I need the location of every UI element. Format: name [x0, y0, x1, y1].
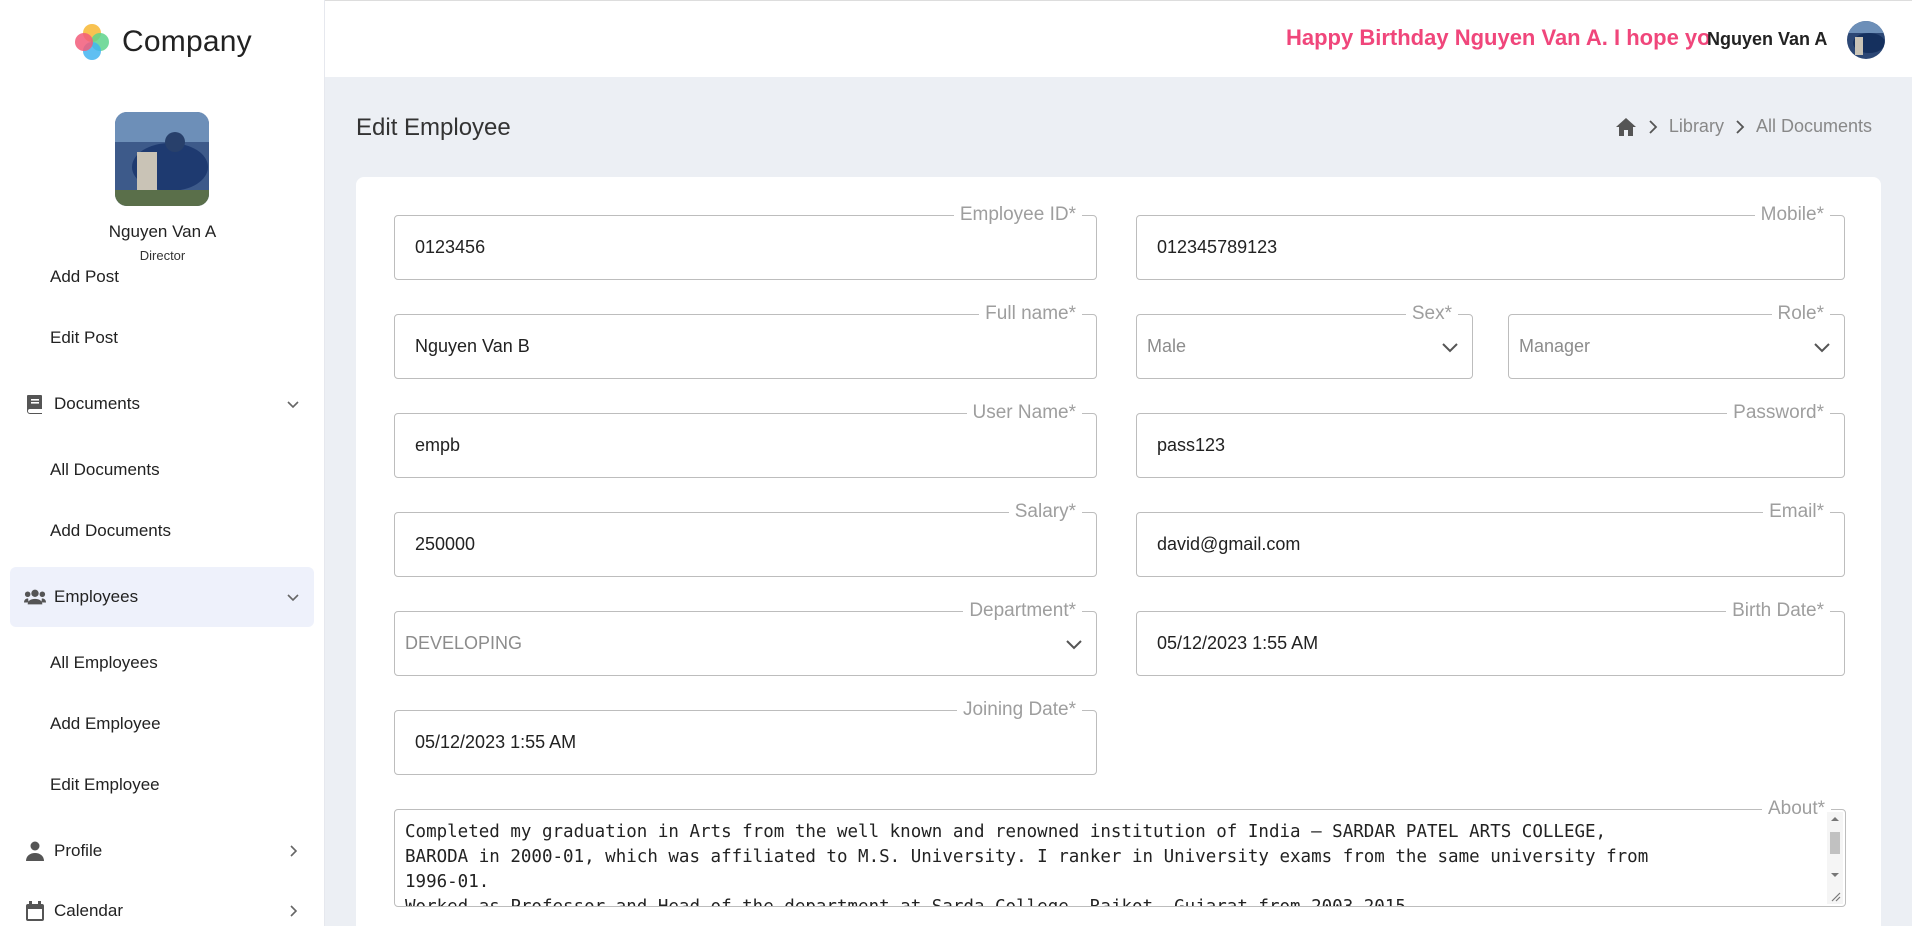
about-line: Worked as Professor and Head of the depa…: [405, 895, 1805, 906]
profile-avatar[interactable]: [115, 112, 209, 206]
users-icon: [24, 586, 46, 608]
sidebar-item-label: Add Documents: [50, 521, 171, 540]
field-label: Mobile*: [1754, 204, 1830, 226]
salary-field[interactable]: Salary* 250000: [394, 501, 1097, 577]
field-label: Email*: [1763, 501, 1830, 523]
sidebar-item-add-documents[interactable]: Add Documents: [10, 501, 314, 561]
field-label: Joining Date*: [956, 699, 1082, 721]
about-scrollbar[interactable]: [1827, 812, 1843, 904]
chevron-down-icon: [1066, 639, 1082, 649]
resize-handle-icon[interactable]: [1829, 890, 1841, 902]
user-icon: [24, 840, 46, 862]
field-label: User Name*: [966, 402, 1082, 424]
sidebar-item-all-documents[interactable]: All Documents: [10, 440, 314, 500]
chevron-right-icon: [290, 905, 298, 917]
field-value: Male: [1147, 336, 1187, 356]
field-label: About*: [1761, 798, 1831, 820]
field-value: DEVELOPING: [405, 633, 523, 653]
sidebar-item-edit-post[interactable]: Edit Post: [10, 308, 314, 368]
scrollbar-thumb[interactable]: [1830, 832, 1840, 854]
sidebar-item-label: All Documents: [50, 460, 160, 479]
field-value: Manager: [1519, 336, 1591, 356]
chevron-down-icon: [287, 401, 299, 409]
chevron-down-icon: [1814, 342, 1830, 352]
chevron-right-icon: [1649, 119, 1658, 134]
mobile-field[interactable]: Mobile* 012345789123: [1136, 204, 1845, 280]
breadcrumb-library[interactable]: Library: [1669, 116, 1724, 137]
field-value: empb: [415, 435, 461, 455]
sidebar-item-label: Edit Employee: [50, 775, 160, 794]
about-line: Completed my graduation in Arts from the…: [405, 822, 1607, 842]
sidebar-item-label: Profile: [54, 841, 103, 860]
field-value: 05/12/2023 1:55 AM: [415, 732, 577, 752]
field-label: Salary*: [1008, 501, 1082, 523]
sidebar: Company Nguyen Van A Director Add Post E…: [0, 0, 325, 926]
field-value: david@gmail.com: [1157, 534, 1301, 554]
sidebar-item-documents[interactable]: Documents: [10, 374, 314, 434]
field-label: Password*: [1727, 402, 1830, 424]
about-textarea[interactable]: About* Completed my graduation in Arts f…: [394, 798, 1846, 907]
password-field[interactable]: Password* pass123: [1136, 402, 1845, 478]
about-line: 1996-01.: [405, 872, 490, 892]
sidebar-item-label: Calendar: [54, 901, 123, 920]
field-label: Department*: [963, 600, 1082, 622]
edit-employee-form: Employee ID* 0123456 Mobile* 01234578912…: [356, 177, 1881, 926]
sidebar-item-label: All Employees: [50, 653, 158, 672]
chevron-down-icon: [1442, 342, 1458, 352]
about-line: BARODA in 2000-01, which was affiliated …: [405, 847, 1649, 867]
field-label: Full name*: [979, 303, 1082, 325]
joining-date-field[interactable]: Joining Date* 05/12/2023 1:55 AM: [394, 699, 1097, 775]
employee-id-field[interactable]: Employee ID* 0123456: [394, 204, 1097, 280]
field-label: Employee ID*: [953, 204, 1082, 226]
brand[interactable]: Company: [72, 22, 252, 62]
scroll-up-icon[interactable]: [1827, 812, 1843, 826]
topbar-avatar[interactable]: [1847, 21, 1885, 59]
scroll-down-icon[interactable]: [1827, 868, 1843, 882]
chevron-right-icon: [1736, 119, 1745, 134]
sidebar-item-label: Documents: [54, 394, 140, 413]
page-title: Edit Employee: [356, 114, 511, 141]
field-value: 05/12/2023 1:55 AM: [1157, 633, 1319, 653]
field-label: Sex*: [1405, 303, 1458, 325]
sidebar-item-all-employees[interactable]: All Employees: [10, 633, 314, 693]
birth-date-field[interactable]: Birth Date* 05/12/2023 1:55 AM: [1136, 600, 1845, 676]
breadcrumb-all-documents[interactable]: All Documents: [1756, 116, 1872, 137]
field-value: pass123: [1157, 435, 1226, 455]
sidebar-item-profile[interactable]: Profile: [10, 821, 314, 881]
sidebar-item-employees[interactable]: Employees: [10, 567, 314, 627]
sidebar-item-label: Employees: [54, 587, 139, 606]
field-value: 250000: [415, 534, 476, 554]
sidebar-item-edit-employee[interactable]: Edit Employee: [10, 755, 314, 815]
topbar-user-name[interactable]: Nguyen Van A: [1707, 29, 1827, 50]
chevron-right-icon: [290, 845, 298, 857]
about-text: Completed my graduation in Arts from the…: [405, 820, 1805, 906]
ticker-text: Happy Birthday Nguyen Van A. I hope yo: [1286, 25, 1711, 50]
book-icon: [24, 393, 46, 415]
chevron-down-icon: [287, 594, 299, 602]
brand-name: Company: [122, 25, 252, 58]
role-select[interactable]: Role* Manager: [1508, 303, 1845, 379]
user-name-field[interactable]: User Name* empb: [394, 402, 1097, 478]
calendar-icon: [24, 900, 46, 922]
sidebar-item-calendar[interactable]: Calendar: [10, 881, 314, 926]
department-select[interactable]: Department* DEVELOPING: [394, 600, 1097, 676]
field-value: Nguyen Van B: [415, 336, 530, 356]
sex-select[interactable]: Sex* Male: [1136, 303, 1473, 379]
breadcrumb: Library All Documents: [1615, 116, 1872, 137]
sidebar-item-add-employee[interactable]: Add Employee: [10, 694, 314, 754]
topbar: Happy Birthday Nguyen Van A. I hope yo N…: [325, 0, 1912, 77]
sidebar-item-label: Add Post: [50, 267, 119, 286]
profile-name: Nguyen Van A: [108, 222, 217, 241]
sidebar-item-label: Edit Post: [50, 328, 119, 347]
full-name-field[interactable]: Full name* Nguyen Van B: [394, 303, 1097, 379]
field-label: Role*: [1771, 303, 1830, 325]
sidebar-item-add-post[interactable]: Add Post: [10, 247, 314, 307]
sidebar-item-label: Add Employee: [50, 714, 161, 733]
field-label: Birth Date*: [1726, 600, 1830, 622]
home-icon[interactable]: [1615, 117, 1637, 137]
company-logo-icon: [75, 24, 109, 60]
field-value: 0123456: [415, 237, 486, 257]
field-value: 012345789123: [1157, 237, 1278, 257]
email-field[interactable]: Email* david@gmail.com: [1136, 501, 1845, 577]
